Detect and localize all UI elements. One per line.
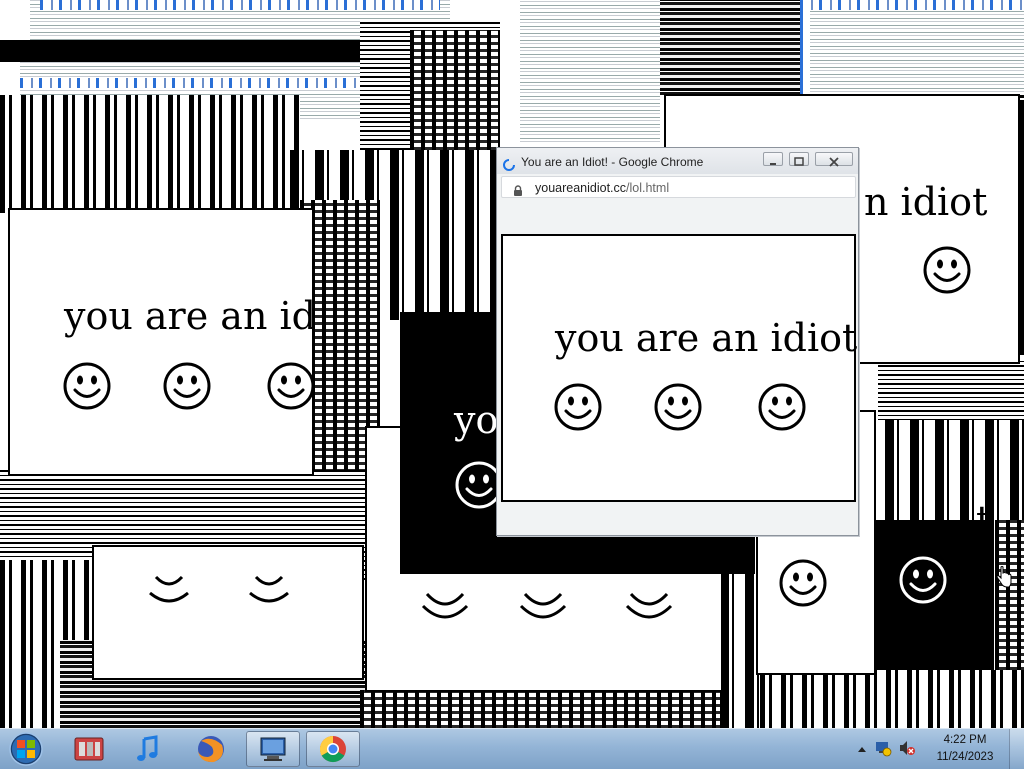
popup-text: you are an idio <box>64 294 314 338</box>
smiley-icon <box>922 245 972 299</box>
url-path: /lol.html <box>626 181 670 195</box>
glitch-trail <box>20 78 360 88</box>
chrome-titlebar[interactable]: You are an Idiot! - Google Chrome <box>497 148 858 174</box>
glitch-trail <box>860 420 1024 530</box>
window-title: You are an Idiot! - Google Chrome <box>521 155 704 169</box>
smiley-icon <box>898 555 948 609</box>
popup-text: yo <box>454 398 499 442</box>
page-content: you are an idiot <box>501 234 858 502</box>
smiley-icon <box>757 382 807 436</box>
smiley-icon <box>517 588 569 634</box>
clock-time[interactable]: 4:22 PM <box>930 734 1000 746</box>
glitch-trail <box>40 0 440 10</box>
show-desktop-button[interactable] <box>1009 729 1024 769</box>
glitch-trail <box>0 40 360 62</box>
popup-text: n idiot <box>864 180 988 224</box>
taskbar-item-firefox[interactable] <box>184 731 238 767</box>
smiley-icon <box>778 558 828 612</box>
smiley-icon <box>62 361 112 415</box>
page-heading: you are an idiot <box>555 316 858 360</box>
chrome-window[interactable]: You are an Idiot! - Google Chrome youare… <box>496 147 859 536</box>
loading-spinner-icon <box>503 156 515 175</box>
glitch-trail <box>810 10 1024 95</box>
glitch-trail <box>410 30 500 150</box>
network-icon <box>260 737 286 761</box>
firefox-icon <box>198 736 224 763</box>
hand-cursor-icon <box>996 566 1012 592</box>
clock-date[interactable]: 11/24/2023 <box>930 751 1000 763</box>
taskbar-item-network[interactable] <box>246 731 300 767</box>
system-tray: 4:22 PM 11/24/2023 <box>854 729 1024 769</box>
idiot-popup <box>92 545 364 680</box>
chrome-icon <box>319 735 346 763</box>
url-text[interactable]: youareanidiot.cc/lol.html <box>535 181 669 195</box>
glitch-trail <box>995 520 1024 670</box>
glitch-trail <box>360 690 760 728</box>
smiley-icon <box>162 361 212 415</box>
maximize-button[interactable] <box>789 152 809 166</box>
taskbar-item-media-center[interactable] <box>62 731 116 767</box>
lock-icon <box>513 182 523 201</box>
url-host: youareanidiot.cc <box>535 181 627 195</box>
smiley-icon <box>266 361 312 415</box>
smiley-icon <box>244 547 294 621</box>
smiley-icon <box>653 382 703 436</box>
smiley-icon <box>419 588 471 634</box>
glitch-trail <box>660 0 810 95</box>
idiot-popup: you are an idio <box>8 208 314 476</box>
smiley-icon <box>144 547 194 621</box>
glitch-trail <box>760 670 1024 728</box>
address-bar[interactable]: youareanidiot.cc/lol.html <box>501 176 856 198</box>
popup-text: t <box>976 498 992 542</box>
itunes-icon <box>137 735 158 761</box>
taskbar-item-itunes[interactable] <box>122 731 176 767</box>
media-center-icon <box>74 737 104 761</box>
minimize-button[interactable] <box>763 152 783 166</box>
start-button[interactable] <box>4 731 48 767</box>
taskbar-item-chrome[interactable] <box>306 731 360 767</box>
idiot-popup <box>876 520 994 670</box>
show-hidden-icons-button[interactable] <box>857 741 867 760</box>
network-status-icon[interactable] <box>874 739 892 761</box>
close-button[interactable] <box>815 152 853 167</box>
volume-muted-icon[interactable] <box>898 739 916 761</box>
taskbar: 4:22 PM 11/24/2023 <box>0 728 1024 769</box>
smiley-icon <box>553 382 603 436</box>
glitch-trail <box>520 0 660 145</box>
smiley-icon <box>623 588 675 634</box>
glitch-trail <box>0 95 300 213</box>
glitch-trail <box>720 560 760 728</box>
desktop: you are an idio yo <box>0 0 1024 728</box>
